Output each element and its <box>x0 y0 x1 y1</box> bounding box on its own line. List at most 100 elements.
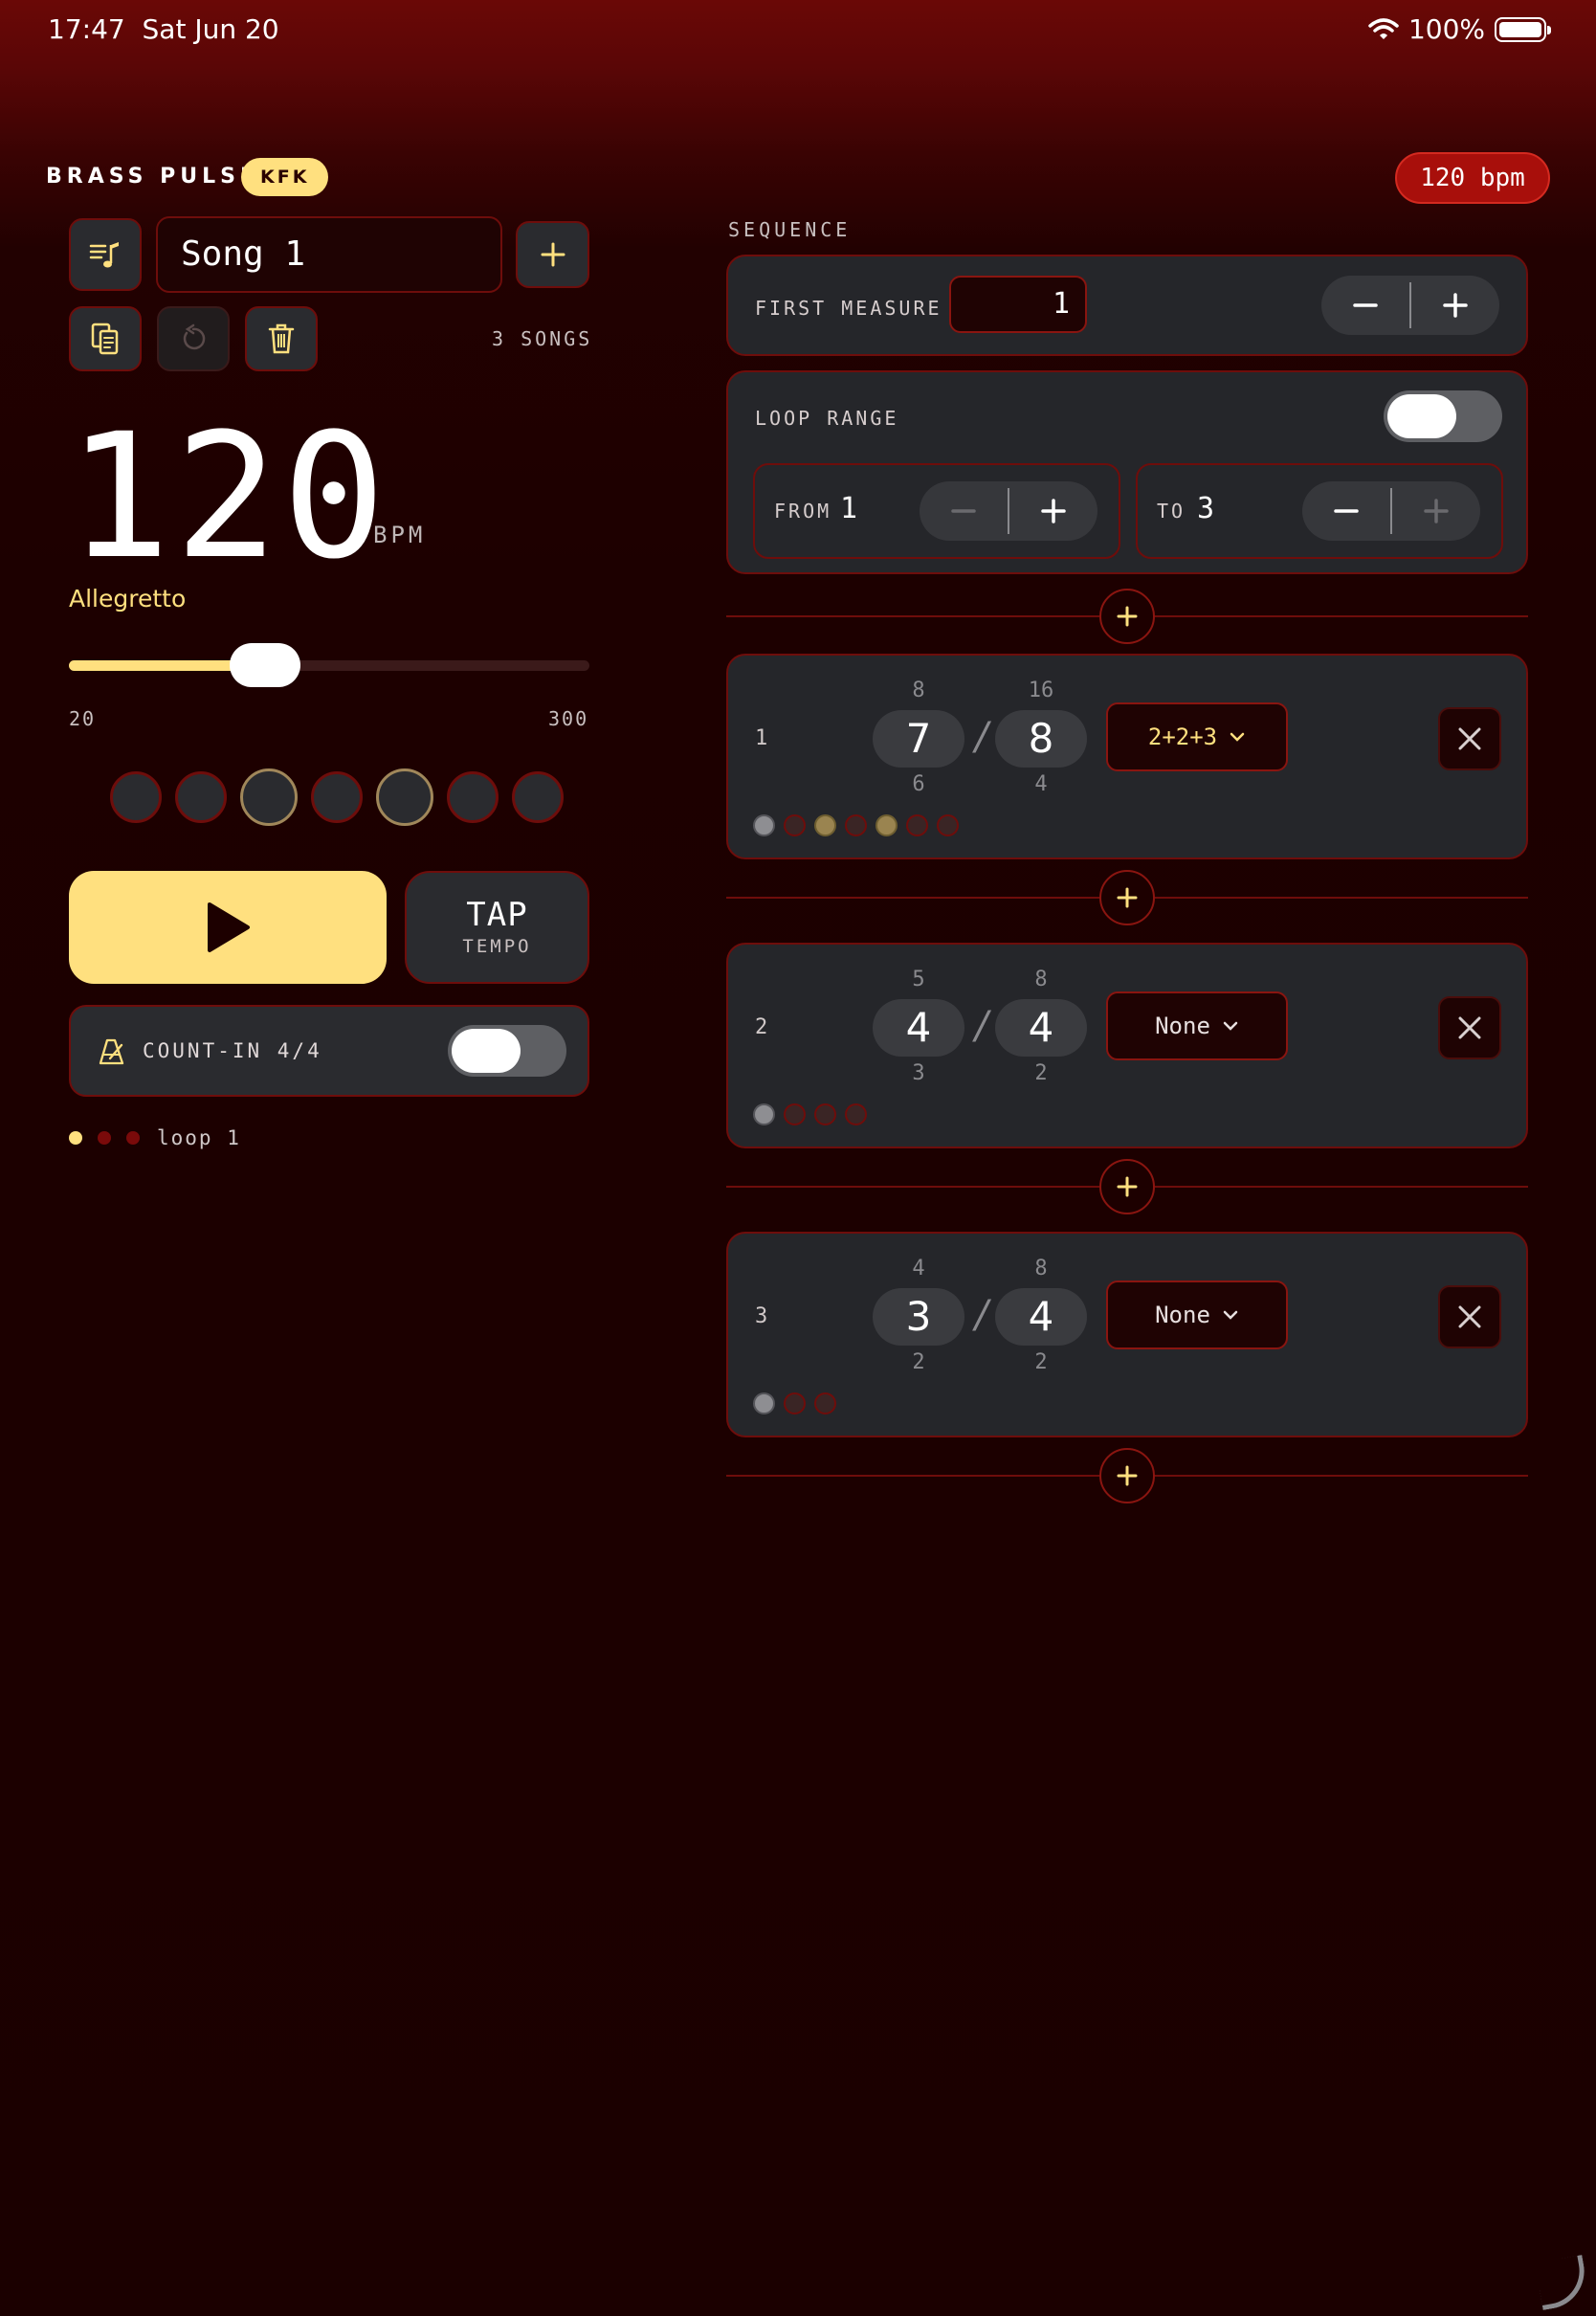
denominator-next: 2 <box>1034 1061 1048 1085</box>
beat-indicator-accent[interactable] <box>376 768 433 826</box>
denominator-prev: 8 <box>1034 1257 1048 1280</box>
chevron-down-icon <box>1223 1021 1238 1031</box>
beat-dot[interactable] <box>784 814 806 836</box>
trash-icon <box>268 323 295 354</box>
beat-dot[interactable] <box>814 1392 836 1414</box>
beat-dot[interactable] <box>814 1103 836 1125</box>
delete-measure-button[interactable] <box>1438 996 1501 1059</box>
grouping-select[interactable]: None <box>1106 991 1288 1060</box>
loop-range-toggle[interactable] <box>1384 390 1502 442</box>
measure-index: 3 <box>755 1304 768 1328</box>
beat-indicator[interactable] <box>110 771 162 823</box>
decrement-button[interactable] <box>1321 276 1409 335</box>
beat-indicator[interactable] <box>512 771 564 823</box>
bpm-pill[interactable]: 120 bpm <box>1395 152 1550 204</box>
beat-dot[interactable] <box>753 814 775 836</box>
plus-icon <box>1443 293 1468 318</box>
song-name-field[interactable]: Song 1 <box>156 216 502 293</box>
loop-dot <box>98 1131 111 1145</box>
denominator-picker[interactable]: 4 <box>995 1288 1087 1346</box>
denominator-prev: 8 <box>1034 968 1048 991</box>
tempo-slider-thumb[interactable] <box>230 643 300 687</box>
plus-icon <box>541 242 565 267</box>
denominator-picker[interactable]: 8 <box>995 710 1087 768</box>
song-list-button[interactable] <box>69 218 142 291</box>
grouping-select[interactable]: 2+2+3 <box>1106 702 1288 771</box>
duplicate-song-button[interactable] <box>69 306 142 371</box>
beat-dot-accent[interactable] <box>814 814 836 836</box>
loop-from-panel: FROM 1 <box>753 463 1120 559</box>
denominator-next: 2 <box>1034 1350 1048 1374</box>
decrement-button[interactable] <box>1302 481 1390 541</box>
numerator-picker[interactable]: 4 <box>873 999 964 1057</box>
beat-indicator[interactable] <box>311 771 363 823</box>
beat-dot[interactable] <box>906 814 928 836</box>
numerator-picker[interactable]: 7 <box>873 710 964 768</box>
measure-card: 2 5 4 3 / 8 4 2 None <box>726 943 1528 1148</box>
add-song-button[interactable] <box>516 221 589 288</box>
date: Sat Jun 20 <box>142 13 279 45</box>
beat-dot[interactable] <box>784 1103 806 1125</box>
beat-dot[interactable] <box>753 1392 775 1414</box>
beat-dot[interactable] <box>845 814 867 836</box>
delete-song-button[interactable] <box>245 306 318 371</box>
denominator-prev: 16 <box>1028 679 1054 702</box>
loop-from-label: FROM <box>774 500 832 523</box>
denominator-picker[interactable]: 4 <box>995 999 1087 1057</box>
beat-dot-accent[interactable] <box>876 814 898 836</box>
plus-icon <box>1117 887 1138 908</box>
count-in-toggle[interactable] <box>448 1025 566 1077</box>
brand-badge: KFK <box>241 158 329 196</box>
loop-to-label: TO <box>1157 500 1186 523</box>
corner-indicator <box>1535 2255 1590 2310</box>
delete-measure-button[interactable] <box>1438 707 1501 770</box>
grouping-select[interactable]: None <box>1106 1280 1288 1349</box>
measure-beat-dots <box>753 814 959 836</box>
first-measure-input[interactable]: 1 <box>949 276 1087 333</box>
beat-indicator-accent[interactable] <box>240 768 298 826</box>
beat-indicator[interactable] <box>175 771 227 823</box>
insert-measure-button[interactable] <box>1099 589 1155 644</box>
bpm-display[interactable]: 120 <box>67 402 389 593</box>
beat-indicator[interactable] <box>447 771 499 823</box>
delete-measure-button[interactable] <box>1438 1285 1501 1348</box>
tap-sublabel: TEMPO <box>462 936 532 957</box>
decrement-button[interactable] <box>920 481 1008 541</box>
slider-min-label: 20 <box>69 707 97 730</box>
wifi-icon <box>1368 17 1399 39</box>
beat-dot[interactable] <box>784 1392 806 1414</box>
increment-button[interactable] <box>1009 481 1097 541</box>
undo-button[interactable] <box>157 306 230 371</box>
numerator-picker[interactable]: 3 <box>873 1288 964 1346</box>
fraction-slash: / <box>975 1293 988 1337</box>
beat-dot[interactable] <box>845 1103 867 1125</box>
first-measure-stepper <box>1321 276 1499 335</box>
insert-measure-button[interactable] <box>1099 870 1155 925</box>
plus-icon <box>1117 606 1138 627</box>
close-icon <box>1458 1305 1481 1328</box>
insert-measure-button[interactable] <box>1099 1159 1155 1214</box>
measure-beat-dots <box>753 1103 867 1125</box>
insert-measure-button[interactable] <box>1099 1448 1155 1503</box>
tap-tempo-button[interactable]: TAP TEMPO <box>405 871 589 984</box>
chevron-down-icon <box>1223 1310 1238 1320</box>
plus-icon <box>1424 499 1449 523</box>
increment-button[interactable] <box>1411 276 1499 335</box>
beat-dot[interactable] <box>937 814 959 836</box>
plus-icon <box>1117 1176 1138 1197</box>
undo-icon <box>183 323 206 350</box>
count-in-panel: COUNT-IN 4/4 <box>69 1005 589 1097</box>
numerator-next: 6 <box>912 772 925 796</box>
loop-to-value: 3 <box>1197 492 1215 525</box>
play-button[interactable] <box>69 871 387 984</box>
grouping-value: None <box>1155 1013 1210 1039</box>
numerator-prev: 5 <box>912 968 925 991</box>
measure-card: 1 8 7 6 / 16 8 4 2+2+3 <box>726 654 1528 859</box>
bpm-unit: BPM <box>373 522 427 548</box>
increment-button[interactable] <box>1392 481 1480 541</box>
beat-dot[interactable] <box>753 1103 775 1125</box>
minus-icon <box>1353 303 1378 307</box>
loop-from-stepper <box>920 481 1097 541</box>
measure-index: 1 <box>755 726 768 750</box>
loop-label: loop 1 <box>157 1126 241 1149</box>
